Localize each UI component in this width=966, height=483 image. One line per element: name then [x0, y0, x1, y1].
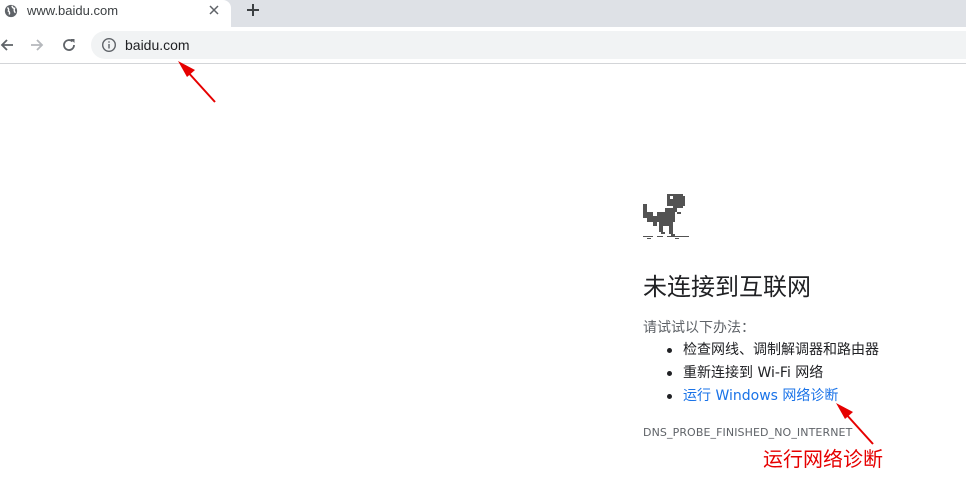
bullet-icon [667, 348, 672, 353]
close-icon[interactable] [207, 3, 221, 17]
suggestions-intro: 请试试以下办法： [643, 320, 755, 336]
forward-arrow-icon[interactable] [28, 36, 46, 54]
suggestions-list: 检查网线、调制解调器和路由器 重新连接到 Wi-Fi 网络 运行 Windows… [643, 340, 879, 409]
annotation-arrows [178, 61, 874, 445]
error-heading: 未连接到互联网 [643, 273, 811, 301]
dinosaur-icon [643, 194, 689, 239]
bullet-icon [667, 371, 672, 376]
list-item: 检查网线、调制解调器和路由器 [643, 340, 879, 363]
list-item: 重新连接到 Wi-Fi 网络 [643, 363, 879, 386]
annotation-label: 运行网络诊断 [763, 447, 883, 471]
bullet-icon [667, 394, 672, 399]
list-item: 运行 Windows 网络诊断 [643, 386, 879, 409]
suggestion-text: 检查网线、调制解调器和路由器 [683, 342, 879, 358]
tab-title: www.baidu.com [27, 3, 119, 18]
url-pointer-arrow-icon [178, 61, 216, 103]
globe-icon [4, 4, 18, 18]
url-input[interactable] [125, 35, 525, 55]
tab-strip: www.baidu.com [0, 0, 966, 27]
error-code: DNS_PROBE_FINISHED_NO_INTERNET [643, 426, 853, 439]
suggestion-text: 重新连接到 Wi-Fi 网络 [683, 365, 824, 381]
network-diagnostics-link[interactable]: 运行 Windows 网络诊断 [683, 388, 838, 404]
browser-toolbar [0, 27, 966, 63]
toolbar-divider [0, 63, 966, 64]
new-tab-plus-icon[interactable] [244, 1, 262, 19]
reload-icon[interactable] [60, 36, 78, 54]
info-icon[interactable] [101, 37, 117, 53]
tab-baidu[interactable]: www.baidu.com [0, 0, 231, 27]
address-bar[interactable] [91, 31, 966, 59]
back-arrow-icon[interactable] [0, 36, 16, 54]
